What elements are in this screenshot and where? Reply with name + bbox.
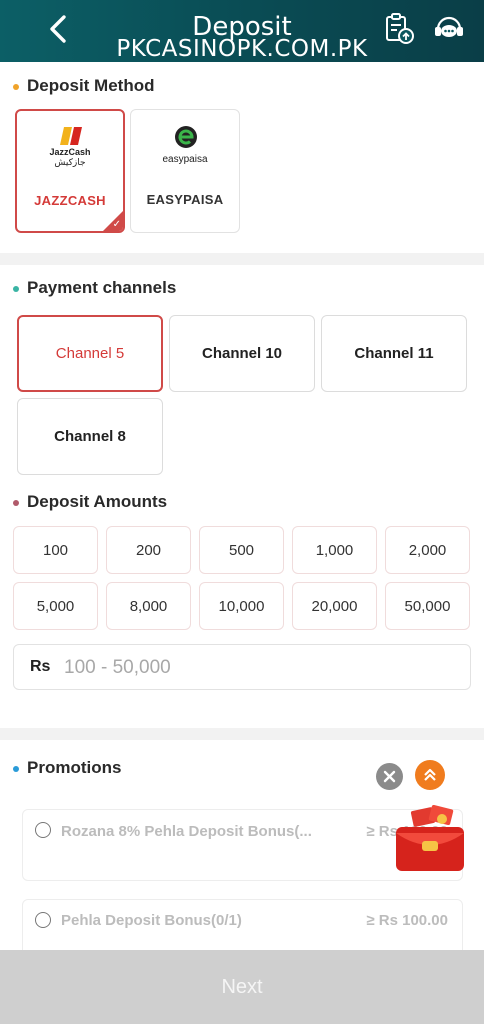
payment-channels-title: Payment channels	[27, 278, 177, 297]
close-float-button[interactable]	[376, 763, 403, 790]
channel-5[interactable]: Channel 5	[17, 315, 163, 392]
method-easypaisa[interactable]: easypaisa EASYPAISA	[130, 109, 240, 233]
promotion-min-amount: ≥ Rs 100.00	[366, 912, 448, 929]
promotion-name: Rozana 8% Pehla Deposit Bonus(...	[61, 823, 312, 840]
deposit-amounts-title: Deposit Amounts	[27, 492, 168, 511]
close-icon	[383, 770, 396, 783]
deposit-method-title: Deposit Method	[27, 76, 155, 95]
section-dot	[13, 766, 19, 772]
amount-option[interactable]: 100	[13, 526, 98, 574]
promotion-name: Pehla Deposit Bonus(0/1)	[61, 912, 242, 929]
amount-option[interactable]: 50,000	[385, 582, 470, 630]
method-jazzcash[interactable]: JazzCash جازکیش JAZZCASH ✓	[15, 109, 125, 233]
amount-input[interactable]	[64, 653, 444, 683]
promotions-title: Promotions	[27, 758, 122, 777]
amount-field: Rs	[13, 644, 471, 690]
chat-support-icon	[435, 16, 463, 37]
section-divider	[0, 253, 484, 265]
jazzcash-logo-text: JazzCash	[49, 147, 91, 157]
section-dot	[13, 84, 19, 90]
amount-option[interactable]: 200	[106, 526, 191, 574]
clipboard-upload-icon	[386, 13, 414, 44]
jazzcash-logo-subtext: جازکیش	[54, 157, 86, 167]
easypaisa-logo-text: easypaisa	[162, 154, 208, 165]
double-chevron-up-icon	[424, 768, 436, 781]
red-envelope-gift[interactable]	[390, 805, 470, 875]
amount-option[interactable]: 10,000	[199, 582, 284, 630]
amount-option[interactable]: 20,000	[292, 582, 377, 630]
section-dot	[13, 286, 19, 292]
amount-option[interactable]: 500	[199, 526, 284, 574]
next-button[interactable]: Next	[0, 950, 484, 1024]
channel-8[interactable]: Channel 8	[17, 398, 163, 475]
amount-option[interactable]: 8,000	[106, 582, 191, 630]
amount-option[interactable]: 2,000	[385, 526, 470, 574]
channel-11[interactable]: Channel 11	[321, 315, 467, 392]
check-icon: ✓	[112, 219, 121, 230]
section-divider	[0, 728, 484, 740]
section-dot	[13, 500, 19, 506]
currency-label: Rs	[30, 658, 51, 675]
channel-10[interactable]: Channel 10	[169, 315, 315, 392]
easypaisa-logo	[175, 126, 197, 148]
app-header: Deposit PKCASINOPK.COM.PK	[0, 0, 484, 62]
support-button[interactable]	[432, 12, 466, 46]
amount-option[interactable]: 5,000	[13, 582, 98, 630]
scroll-top-button[interactable]	[415, 760, 445, 790]
promotion-radio[interactable]	[35, 822, 51, 838]
method-label: JAZZCASH	[34, 193, 106, 208]
records-button[interactable]	[382, 12, 416, 46]
amount-option[interactable]: 1,000	[292, 526, 377, 574]
promotion-radio[interactable]	[35, 912, 51, 928]
red-envelope-icon	[396, 805, 464, 871]
method-label: EASYPAISA	[146, 192, 224, 207]
